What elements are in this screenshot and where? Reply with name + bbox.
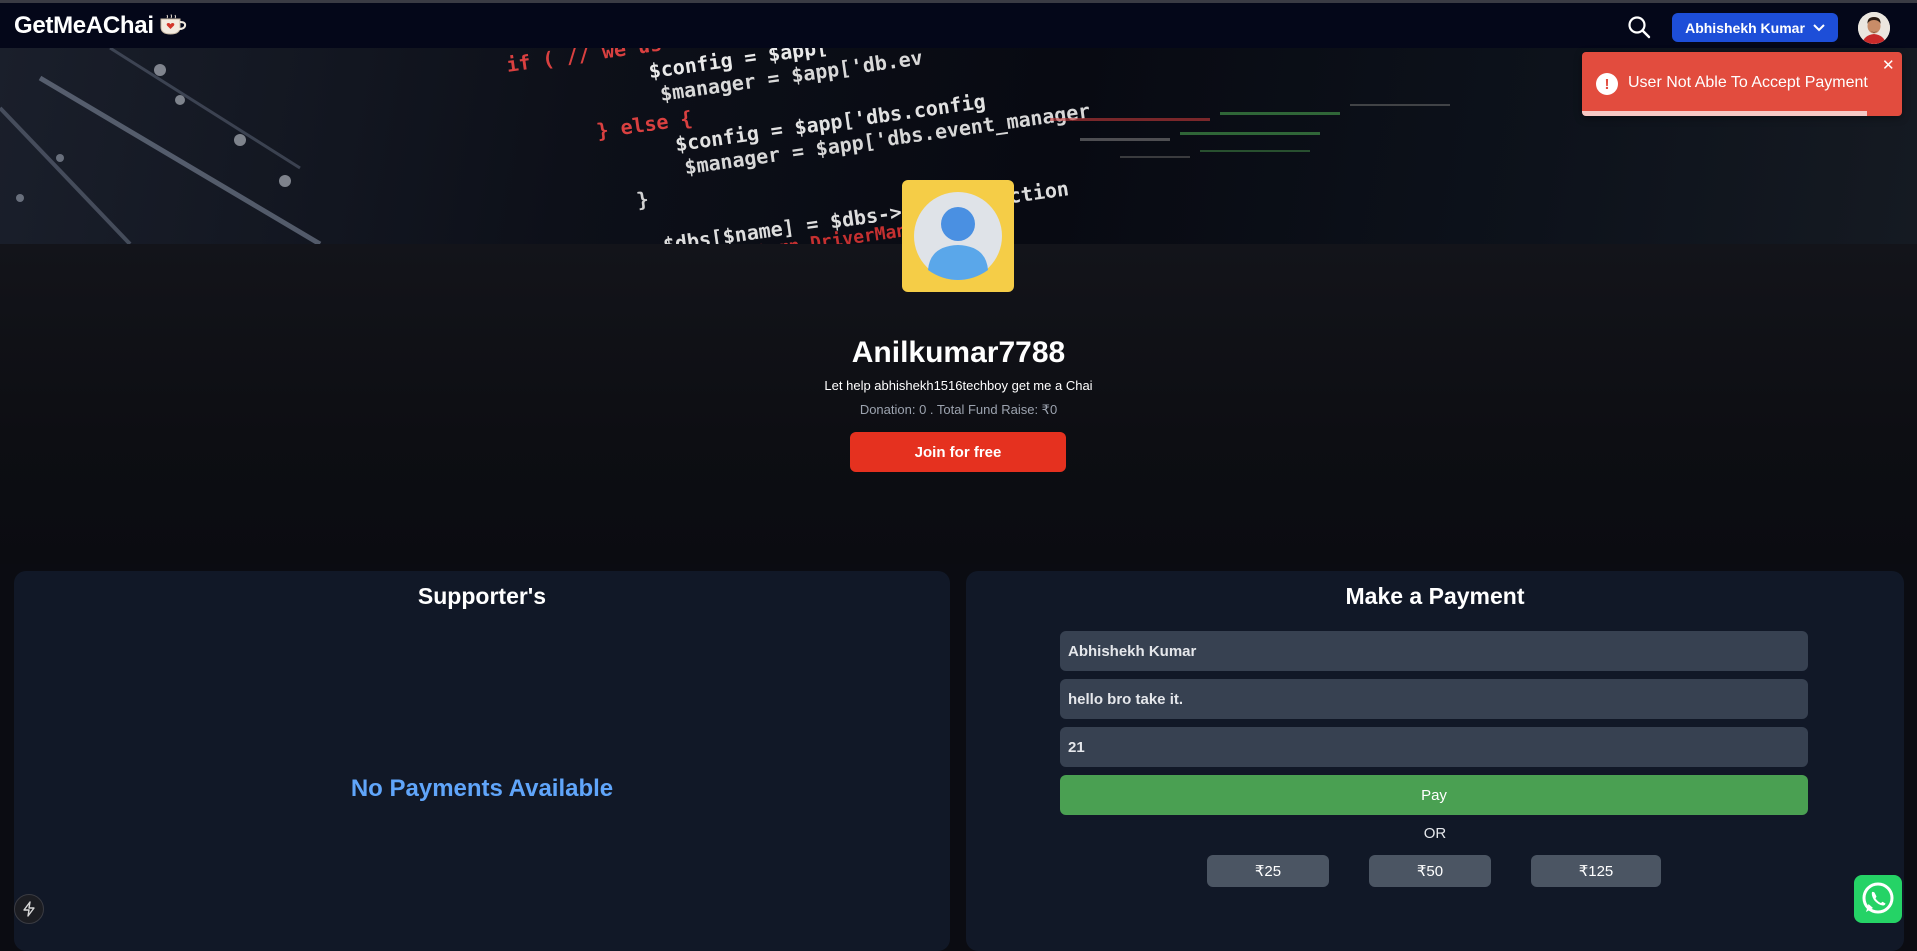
- bolt-icon[interactable]: [14, 894, 44, 924]
- whatsapp-icon[interactable]: [1854, 875, 1902, 923]
- user-menu-button[interactable]: Abhishekh Kumar: [1672, 13, 1838, 42]
- payment-title: Make a Payment: [1345, 583, 1525, 609]
- toast-message: User Not Able To Accept Payment: [1628, 74, 1868, 91]
- chai-cup-icon: [160, 14, 186, 35]
- chevron-down-icon: [1813, 23, 1825, 31]
- message-input[interactable]: hello bro take it.: [1060, 679, 1808, 719]
- profile-stats: Donation: 0 . Total Fund Raise: ₹0: [859, 402, 1058, 417]
- alert-icon: !: [1596, 73, 1618, 95]
- pay-button[interactable]: Pay: [1060, 775, 1808, 815]
- supporters-panel: Supporter's No Payments Available: [14, 571, 950, 951]
- or-divider: OR: [1423, 825, 1447, 842]
- navbar: GetMeAChai Abhishekh Kumar: [0, 3, 1917, 48]
- amount-input[interactable]: 21: [1060, 727, 1808, 767]
- error-toast[interactable]: ! User Not Able To Accept Payment ✕: [1582, 52, 1902, 116]
- payment-panel: Make a Payment Abhishekh Kumar hello bro…: [966, 571, 1904, 951]
- supporters-title: Supporter's: [417, 583, 547, 609]
- quick-amount-25-button[interactable]: ₹25: [1207, 855, 1329, 887]
- quick-amount-50-button[interactable]: ₹50: [1369, 855, 1491, 887]
- user-avatar-icon: [914, 192, 1002, 280]
- quick-amount-125-button[interactable]: ₹125: [1531, 855, 1661, 887]
- profile-username: Anilkumar7788: [851, 336, 1066, 369]
- close-icon[interactable]: ✕: [1882, 56, 1895, 74]
- code-line: if ( // we us: [505, 48, 663, 77]
- name-input[interactable]: Abhishekh Kumar: [1060, 631, 1808, 671]
- search-icon[interactable]: [1627, 15, 1651, 39]
- logo-text: GetMeAChai: [14, 12, 154, 39]
- toast-progress-bar: [1582, 111, 1867, 116]
- join-for-free-button[interactable]: Join for free: [850, 432, 1066, 472]
- profile-picture: [902, 180, 1014, 292]
- logo[interactable]: GetMeAChai: [14, 12, 188, 40]
- no-payments-text: No Payments Available: [350, 775, 614, 802]
- avatar[interactable]: [1858, 12, 1890, 44]
- code-line: }: [635, 187, 650, 212]
- user-menu-label: Abhishekh Kumar: [1685, 19, 1805, 36]
- profile-tagline: Let help abhishekh1516techboy get me a C…: [824, 378, 1093, 393]
